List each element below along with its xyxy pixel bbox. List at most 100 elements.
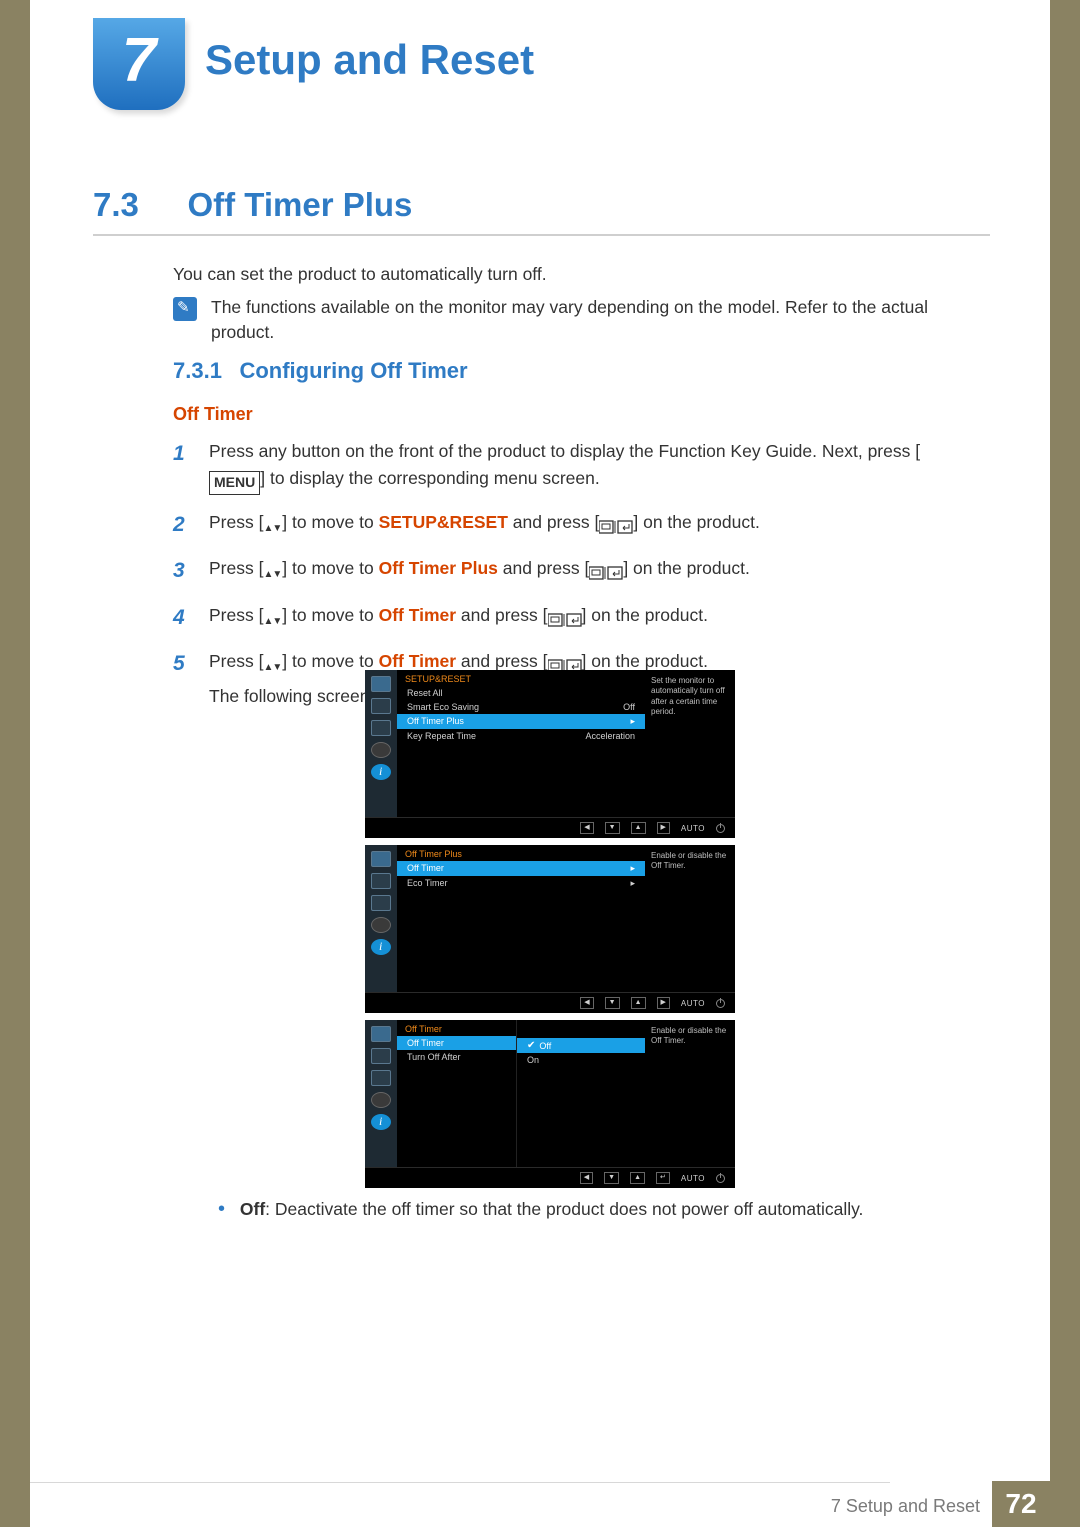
osd-nav-bar: ◀ ▼ ▲ ▶ AUTO	[365, 992, 735, 1013]
osd-main: Off Timer Plus Off Timer▸Eco Timer▸	[397, 845, 645, 992]
auto-label: AUTO	[681, 824, 705, 833]
left-icon: ◀	[580, 997, 593, 1009]
step-1: 1 Press any button on the front of the p…	[173, 438, 970, 495]
osd-row: Reset All	[397, 686, 645, 700]
note: The functions available on the monitor m…	[173, 295, 970, 346]
power-icon	[716, 999, 725, 1008]
gear-icon	[371, 1092, 391, 1108]
up-down-icon	[263, 558, 282, 585]
osd-setup-reset: SETUP&RESET Reset AllSmart Eco SavingOff…	[365, 670, 735, 838]
step-text: Press [] to move to Off Timer and press …	[209, 602, 708, 635]
section-title: Off Timer Plus	[187, 186, 412, 223]
osd-main: SETUP&RESET Reset AllSmart Eco SavingOff…	[397, 670, 645, 817]
menu-button-icon: MENU	[209, 471, 260, 495]
bullet-off: • Off: Deactivate the off timer so that …	[218, 1198, 970, 1221]
osd-row: Eco Timer▸	[397, 876, 645, 891]
osd-help: Enable or disable the Off Timer.	[645, 845, 735, 992]
enter-icon: ↵	[656, 1172, 670, 1184]
osd-sidebar	[365, 1020, 397, 1167]
subsection-number: 7.3.1	[173, 358, 235, 384]
osd-screenshots: SETUP&RESET Reset AllSmart Eco SavingOff…	[365, 670, 735, 1195]
source-enter-icon	[589, 558, 623, 585]
mini-title: Off Timer	[173, 404, 253, 425]
down-icon: ▼	[604, 1172, 619, 1184]
up-down-icon	[263, 651, 282, 678]
step-number: 3	[173, 555, 191, 588]
t: ] to move to	[282, 558, 378, 578]
osd-title: Off Timer	[397, 1020, 516, 1036]
step-number: 2	[173, 509, 191, 542]
auto-label: AUTO	[681, 1174, 705, 1183]
chapter-badge: 7	[93, 18, 185, 110]
footer-rule	[30, 1482, 890, 1483]
osd-sidebar	[365, 670, 397, 817]
section-rule	[93, 234, 990, 236]
intro-text: You can set the product to automatically…	[173, 262, 970, 287]
osd-option: ✔Off	[517, 1038, 645, 1053]
step-number: 5	[173, 648, 191, 709]
size-icon	[371, 1070, 391, 1086]
note-icon	[173, 297, 197, 321]
osd-main: Off Timer Off TimerTurn Off After ✔OffOn	[397, 1020, 645, 1167]
osd-row: Off Timer▸	[397, 861, 645, 876]
footer-text: 7 Setup and Reset	[831, 1496, 980, 1517]
bullet-dot-icon: •	[218, 1198, 225, 1220]
osd-nav-bar: ◀ ▼ ▲ ↵ AUTO	[365, 1167, 735, 1188]
t: ] on the product.	[582, 651, 708, 671]
source-enter-icon	[548, 605, 582, 632]
t: ] on the product.	[633, 512, 759, 532]
highlight: Off Timer	[379, 605, 456, 625]
power-icon	[716, 824, 725, 833]
down-icon: ▼	[605, 997, 620, 1009]
subsection-header: 7.3.1 Configuring Off Timer	[173, 358, 970, 384]
t: Press [	[209, 512, 263, 532]
gear-icon	[371, 742, 391, 758]
highlight: Off Timer Plus	[379, 558, 498, 578]
down-icon: ▼	[605, 822, 620, 834]
up-down-icon	[263, 605, 282, 632]
osd-sidebar	[365, 845, 397, 992]
osd-off-timer: Off Timer Off TimerTurn Off After ✔OffOn…	[365, 1020, 735, 1188]
osd-title: SETUP&RESET	[397, 670, 645, 686]
section-number: 7.3	[93, 186, 183, 224]
auto-label: AUTO	[681, 999, 705, 1008]
highlight: SETUP&RESET	[379, 512, 508, 532]
info-icon	[371, 764, 391, 780]
osd-help: Set the monitor to automatically turn of…	[645, 670, 735, 817]
chapter-title: Setup and Reset	[205, 36, 534, 84]
step-text: Press [] to move to SETUP&RESET and pres…	[209, 509, 760, 542]
info-icon	[371, 939, 391, 955]
step-3: 3 Press [] to move to Off Timer Plus and…	[173, 555, 970, 588]
t: ] to display the corresponding menu scre…	[260, 468, 600, 488]
up-icon: ▲	[631, 822, 646, 834]
t: and press [	[508, 512, 599, 532]
step-number: 1	[173, 438, 191, 495]
up-down-icon	[263, 512, 282, 539]
t: Press [	[209, 605, 263, 625]
subsection-title: Configuring Off Timer	[239, 358, 467, 383]
step-text: Press any button on the front of the pro…	[209, 438, 970, 495]
step-number: 4	[173, 602, 191, 635]
right-icon: ▶	[657, 822, 670, 834]
section-header: 7.3 Off Timer Plus	[93, 186, 990, 236]
step-4: 4 Press [] to move to Off Timer and pres…	[173, 602, 970, 635]
size-icon	[371, 895, 391, 911]
monitor-icon	[371, 851, 391, 867]
osd-row: Turn Off After	[397, 1050, 516, 1064]
t: ] to move to	[282, 651, 378, 671]
osd-row: Off Timer Plus▸	[397, 714, 645, 729]
osd-title: Off Timer Plus	[397, 845, 645, 861]
step-2: 2 Press [] to move to SETUP&RESET and pr…	[173, 509, 970, 542]
t: ] on the product.	[582, 605, 708, 625]
t: Press any button on the front of the pro…	[209, 441, 920, 461]
page-number: 72	[992, 1481, 1050, 1527]
t: Press [	[209, 651, 263, 671]
left-icon: ◀	[580, 822, 593, 834]
gear-icon	[371, 917, 391, 933]
t: ] to move to	[282, 605, 378, 625]
size-icon	[371, 720, 391, 736]
up-icon: ▲	[631, 997, 646, 1009]
up-icon: ▲	[630, 1172, 645, 1184]
bullet-label: Off	[240, 1199, 265, 1219]
left-icon: ◀	[580, 1172, 593, 1184]
